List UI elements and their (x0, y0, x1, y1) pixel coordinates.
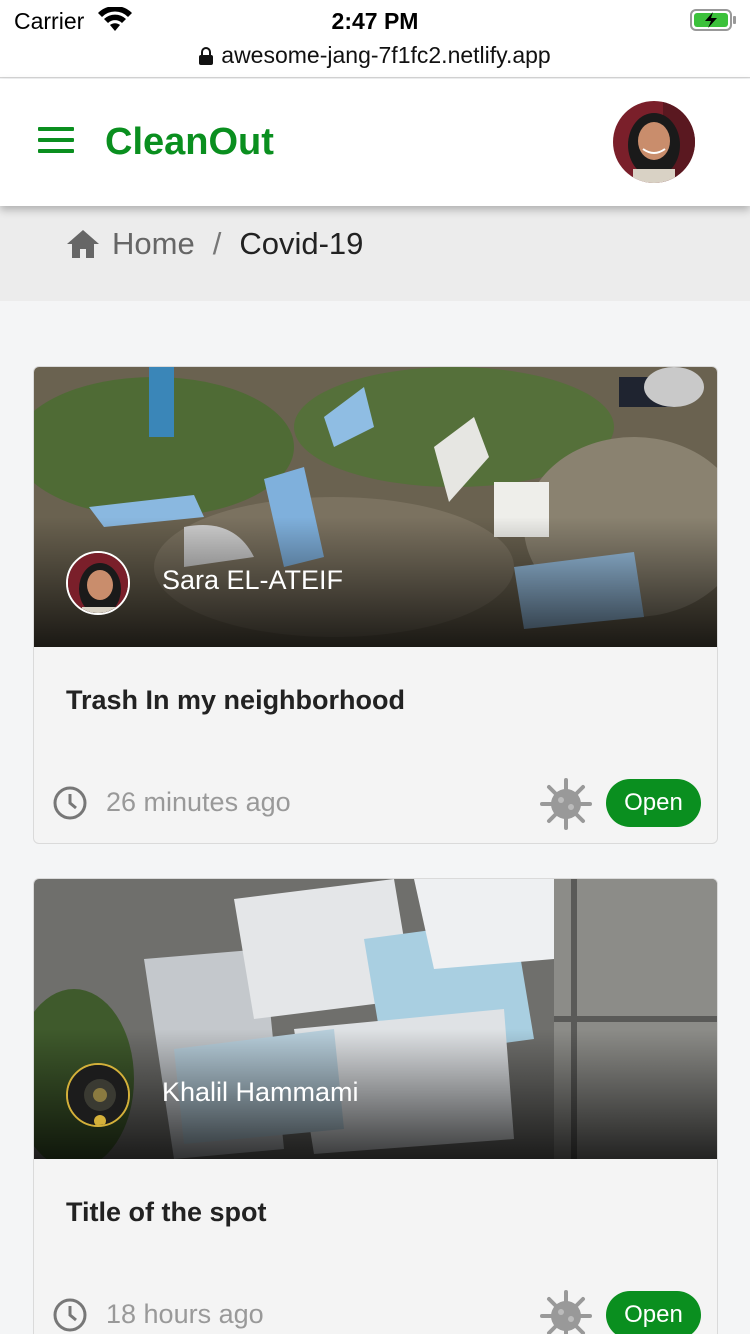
user-avatar[interactable] (613, 101, 695, 183)
breadcrumb: Home / Covid-19 (66, 226, 363, 262)
status-bar: Carrier 2:47 PM (0, 0, 750, 40)
spot-photo[interactable] (34, 367, 717, 647)
breadcrumb-separator: / (212, 226, 222, 261)
spot-card[interactable]: Sara EL-ATEIF Trash In my neighborhood 2… (33, 366, 718, 844)
author-name[interactable]: Khalil Hammami (162, 1077, 359, 1108)
hamburger-menu-icon[interactable] (38, 127, 74, 157)
timestamp: 18 hours ago (106, 1299, 264, 1329)
breadcrumb-bar: Home / Covid-19 (0, 206, 750, 301)
breadcrumb-home[interactable]: Home (112, 226, 195, 262)
author-avatar[interactable] (66, 551, 130, 615)
app-title[interactable]: CleanOut (105, 121, 274, 164)
home-icon[interactable] (66, 228, 100, 260)
browser-url-bar[interactable]: awesome-jang-7f1fc2.netlify.app (0, 40, 750, 78)
lock-icon (199, 46, 214, 65)
spot-title[interactable]: Trash In my neighborhood (66, 685, 405, 716)
status-badge: Open (606, 779, 701, 827)
clock-time: 2:47 PM (331, 8, 419, 34)
author-name[interactable]: Sara EL-ATEIF (162, 565, 343, 596)
clock-icon (53, 1298, 87, 1332)
clock-icon (53, 786, 87, 820)
breadcrumb-current: Covid-19 (239, 226, 364, 261)
author-avatar[interactable] (66, 1063, 130, 1127)
app-header: CleanOut (0, 79, 750, 206)
spot-photo[interactable] (34, 879, 717, 1159)
virus-icon (540, 778, 592, 830)
spot-card[interactable]: Khalil Hammami Title of the spot 18 hour… (33, 878, 718, 1334)
url-text[interactable]: awesome-jang-7f1fc2.netlify.app (221, 42, 550, 69)
battery-charging-icon (690, 9, 736, 31)
timestamp: 26 minutes ago (106, 787, 291, 817)
virus-icon (540, 1290, 592, 1334)
spot-title[interactable]: Title of the spot (66, 1197, 267, 1228)
status-badge: Open (606, 1291, 701, 1334)
